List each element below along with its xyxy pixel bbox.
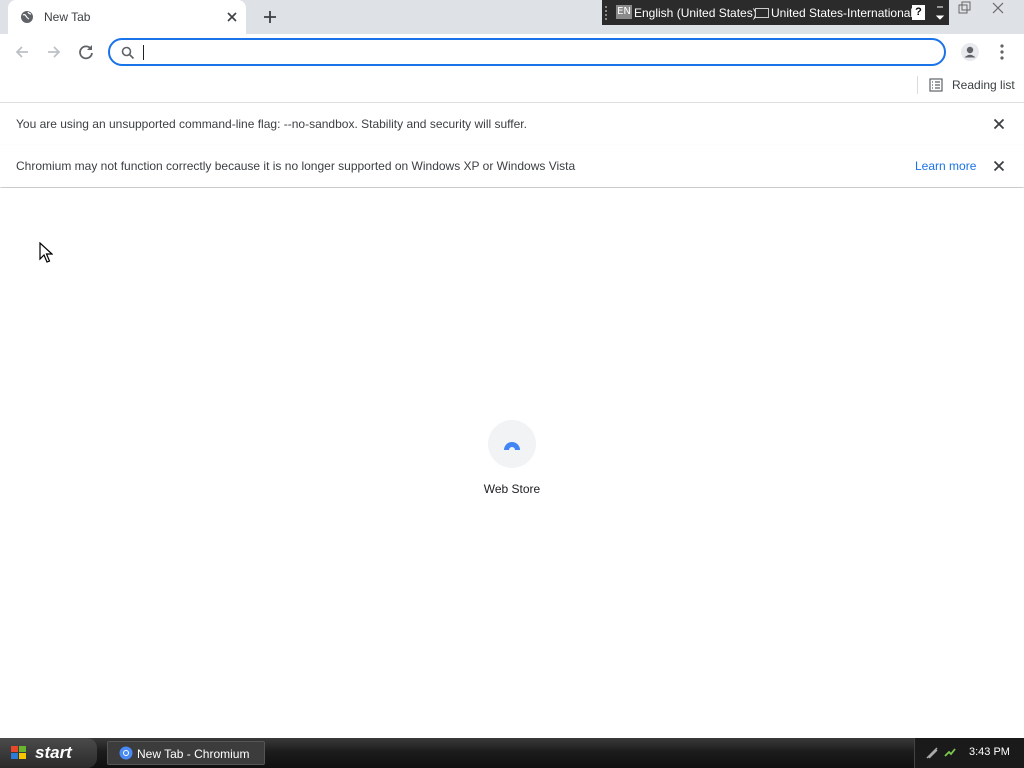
chromium-icon: [119, 746, 133, 760]
omnibox[interactable]: [108, 38, 946, 66]
profile-avatar-icon[interactable]: [960, 42, 980, 62]
infobar-text: Chromium may not function correctly beca…: [16, 159, 576, 173]
mouse-cursor-icon: [39, 241, 54, 264]
start-button[interactable]: start: [0, 738, 97, 768]
shortcut-label: Web Store: [483, 482, 541, 496]
close-tab-icon[interactable]: [224, 9, 240, 25]
restore-window-icon[interactable]: [951, 0, 977, 16]
options-arrow-icon[interactable]: [935, 4, 945, 22]
help-icon[interactable]: ?: [912, 5, 925, 20]
infobar-os-unsupported: Chromium may not function correctly beca…: [0, 145, 1024, 187]
bookmarks-bar: Reading list: [0, 70, 1024, 103]
infobar-sandbox-warning: You are using an unsupported command-lin…: [0, 103, 1024, 146]
network-icon[interactable]: [925, 746, 939, 760]
globe-icon: [20, 10, 34, 24]
windows-flag-icon: [10, 745, 28, 761]
grip-icon[interactable]: [604, 5, 610, 20]
text-caret: [143, 45, 144, 60]
new-tab-page: Web Store: [0, 188, 1024, 738]
back-arrow-icon[interactable]: [12, 42, 32, 62]
close-window-icon[interactable]: [983, 0, 1013, 16]
keyboard-layout[interactable]: United States-International: [771, 6, 913, 20]
keyboard-icon[interactable]: [755, 8, 769, 18]
taskbar: start New Tab - Chromium 3:43 PM: [0, 738, 1024, 768]
reload-icon[interactable]: [76, 42, 96, 62]
tab-new-tab[interactable]: New Tab: [8, 0, 246, 34]
shortcut-web-store[interactable]: Web Store: [462, 416, 562, 506]
search-icon: [120, 45, 136, 61]
shortcut-icon-circle: [488, 420, 536, 468]
close-infobar-icon[interactable]: [991, 158, 1007, 174]
address-input[interactable]: [142, 43, 862, 61]
infobar-text: You are using an unsupported command-lin…: [16, 117, 527, 131]
learn-more-link[interactable]: Learn more: [915, 159, 976, 173]
reading-list-label: Reading list: [952, 78, 1015, 92]
safely-remove-icon[interactable]: [943, 746, 957, 760]
web-store-icon: [502, 436, 522, 452]
bookmarks-separator: [917, 76, 918, 94]
language-name[interactable]: English (United States): [634, 6, 757, 20]
reading-list-icon: [928, 77, 944, 93]
language-code-icon[interactable]: EN: [616, 5, 632, 19]
language-bar: EN English (United States) United States…: [602, 0, 949, 25]
taskbar-window-chromium[interactable]: New Tab - Chromium: [107, 741, 265, 765]
start-label: start: [35, 743, 72, 762]
new-tab-plus-icon[interactable]: [259, 6, 281, 28]
clock[interactable]: 3:43 PM: [969, 746, 1010, 758]
tab-title: New Tab: [44, 10, 91, 24]
menu-kebab-icon[interactable]: [992, 42, 1012, 62]
taskbar-window-label: New Tab - Chromium: [137, 747, 250, 761]
close-infobar-icon[interactable]: [991, 116, 1007, 132]
forward-arrow-icon[interactable]: [44, 42, 64, 62]
system-tray: 3:43 PM: [914, 738, 1024, 768]
